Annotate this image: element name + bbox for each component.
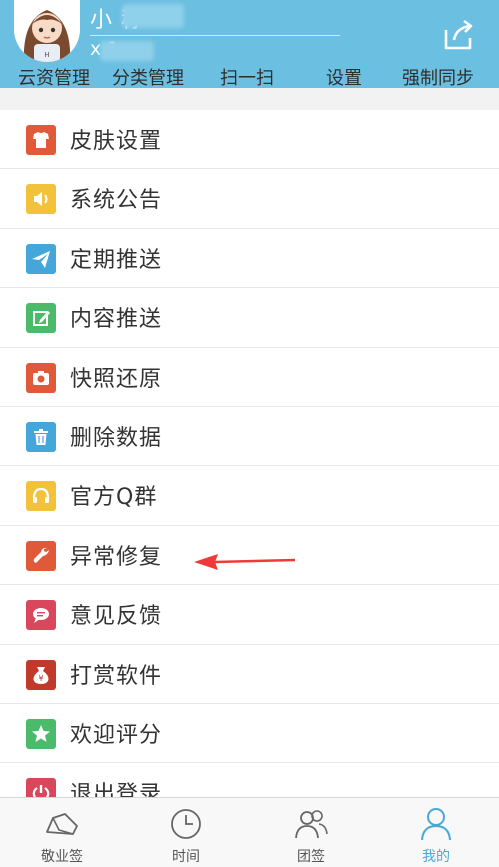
divider — [90, 35, 340, 36]
profile-header: H 小 称 x 1 云资管理 分类管理 扫一扫 设置 强制同步 — [0, 0, 499, 88]
nickname-redaction — [122, 4, 184, 28]
list-item-delete-data[interactable]: 删除数据 — [0, 407, 499, 467]
list-item-label: 打赏软件 — [70, 663, 163, 689]
list-item-announcement[interactable]: 系统公告 — [0, 169, 499, 229]
svg-text:H: H — [44, 51, 49, 59]
list-item-label: 意见反馈 — [70, 604, 163, 630]
tab-group[interactable]: 团签 — [249, 798, 373, 867]
list-item-label: 皮肤设置 — [70, 129, 163, 154]
speaker-icon — [26, 184, 56, 215]
list-item-repair[interactable]: 异常修复 — [0, 526, 499, 586]
settings-list: 皮肤设置 系统公告 定期推送 内容推送 快照还原 删除数据 官方Q群 异常修复 … — [0, 110, 499, 797]
list-item-label: 官方Q群 — [70, 485, 158, 511]
list-item-label: 退出登录 — [70, 782, 163, 797]
list-item-rate-app[interactable]: 欢迎评分 — [0, 704, 499, 764]
list-item-tip-app[interactable]: ¥ 打赏软件 — [0, 645, 499, 704]
share-icon[interactable] — [440, 18, 476, 54]
bottom-tab-bar: 敬业签 时间 团签 我的 — [0, 797, 499, 867]
avatar[interactable]: H — [14, 0, 80, 62]
edit-icon — [26, 303, 56, 334]
list-item-label: 系统公告 — [70, 188, 163, 214]
tab-note[interactable]: 敬业签 — [0, 798, 124, 867]
tab-mine[interactable]: 我的 — [374, 798, 498, 867]
headset-icon — [26, 481, 56, 512]
star-icon — [26, 718, 56, 749]
list-item-label: 删除数据 — [70, 425, 163, 451]
list-item-official-qq-group[interactable]: 官方Q群 — [0, 466, 499, 526]
list-item-snapshot-restore[interactable]: 快照还原 — [0, 348, 499, 407]
header-menu: 云资管理 分类管理 扫一扫 设置 强制同步 — [0, 64, 499, 88]
money-bag-icon: ¥ — [26, 659, 56, 690]
svg-text:¥: ¥ — [38, 674, 43, 683]
menu-cloud-manage[interactable]: 云资管理 — [18, 64, 90, 88]
paper-plane-icon — [26, 243, 56, 274]
group-tab-icon — [295, 810, 328, 839]
chat-bubble-icon — [26, 600, 56, 631]
tab-label: 团签 — [297, 849, 325, 865]
list-item-label: 定期推送 — [70, 247, 163, 273]
tab-label: 敬业签 — [41, 849, 83, 865]
menu-category-manage[interactable]: 分类管理 — [112, 64, 184, 88]
trash-icon — [26, 421, 56, 452]
list-item-label: 快照还原 — [70, 366, 163, 392]
list-item-label: 内容推送 — [70, 307, 163, 333]
list-item-label: 欢迎评分 — [70, 722, 163, 748]
person-tab-icon — [421, 808, 451, 841]
list-item-logout[interactable]: 退出登录 — [0, 763, 499, 797]
tab-time[interactable]: 时间 — [124, 798, 248, 867]
list-item-label: 异常修复 — [70, 544, 163, 570]
list-item-content-push[interactable]: 内容推送 — [0, 288, 499, 348]
list-item-scheduled-push[interactable]: 定期推送 — [0, 229, 499, 289]
shirt-icon — [26, 125, 56, 155]
menu-scan[interactable]: 扫一扫 — [220, 64, 274, 88]
menu-force-sync[interactable]: 强制同步 — [402, 64, 474, 88]
menu-settings[interactable]: 设置 — [326, 64, 362, 88]
user-id-redaction — [100, 41, 154, 61]
tab-label: 我的 — [422, 849, 450, 865]
power-icon — [26, 778, 56, 797]
camera-icon — [26, 362, 56, 393]
list-item-skin[interactable]: 皮肤设置 — [0, 110, 499, 170]
list-item-feedback[interactable]: 意见反馈 — [0, 585, 499, 645]
note-tab-icon — [46, 813, 78, 835]
wrench-icon — [26, 540, 56, 571]
clock-tab-icon — [171, 809, 201, 839]
tab-label: 时间 — [172, 849, 200, 865]
section-gap — [0, 88, 499, 110]
